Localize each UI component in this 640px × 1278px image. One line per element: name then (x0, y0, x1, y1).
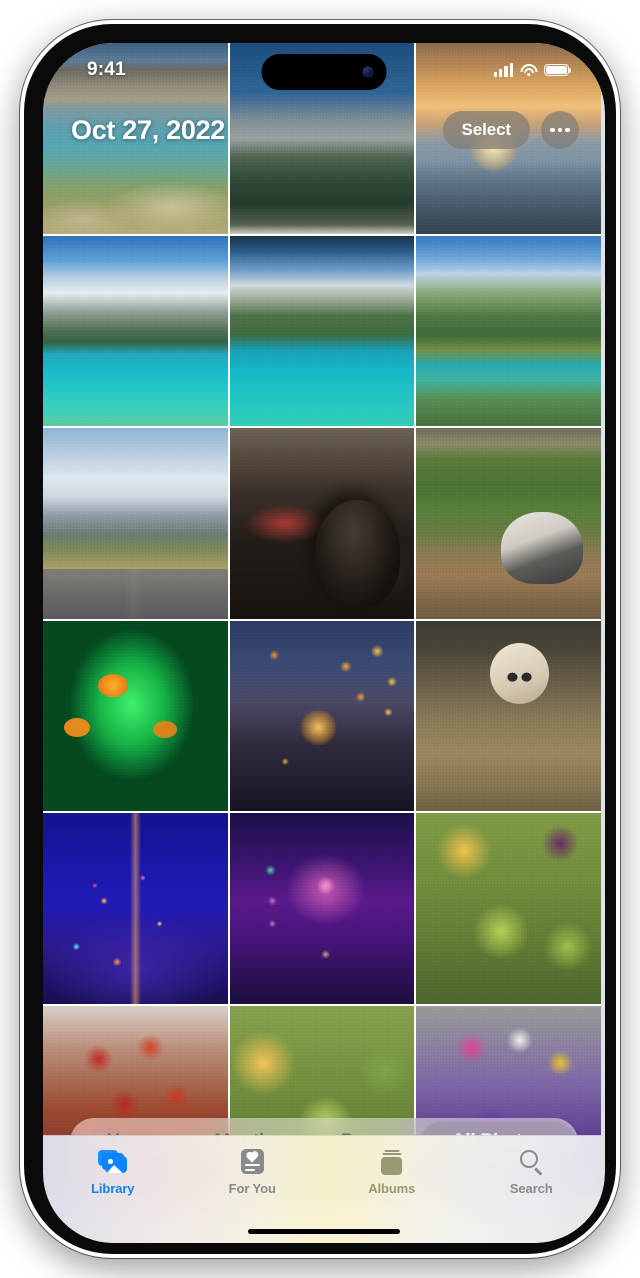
device-body: 9:41 Oct 27, 2022 Select Library For You… (24, 24, 616, 1254)
photo-art (416, 428, 601, 619)
ellipsis-icon (565, 127, 570, 133)
more-options-button[interactable] (541, 111, 579, 149)
photo-thumbnail[interactable] (229, 620, 415, 811)
select-button[interactable]: Select (442, 111, 530, 149)
photo-thumbnail[interactable] (43, 620, 228, 811)
magnifier-icon (519, 1147, 544, 1176)
photo-art (229, 813, 415, 1004)
tab-search-label: Search (509, 1181, 553, 1196)
photo-art (43, 620, 228, 811)
photo-thumbnail[interactable] (416, 813, 601, 1004)
heart-card-icon (240, 1147, 264, 1176)
photo-grid[interactable] (43, 43, 601, 1196)
photo-art (43, 428, 228, 619)
photo-thumbnail[interactable] (416, 235, 601, 426)
photo-art (43, 813, 228, 1004)
screen-bezel: 9:41 Oct 27, 2022 Select Library For You… (43, 43, 605, 1243)
photo-art (229, 235, 415, 426)
tab-albums[interactable]: Albums (322, 1147, 462, 1196)
tab-albums-label: Albums (368, 1181, 416, 1196)
tab-for-you[interactable]: For You (183, 1147, 323, 1196)
tab-library[interactable]: Library (43, 1147, 183, 1196)
tab-for-you-label: For You (228, 1181, 276, 1196)
dynamic-island (261, 54, 387, 90)
photo-art (229, 620, 415, 811)
photo-art (229, 428, 415, 619)
ellipsis-icon (550, 127, 555, 133)
photo-thumbnail[interactable] (43, 235, 228, 426)
photo-thumbnail[interactable] (416, 620, 601, 811)
photo-stack-icon (97, 1147, 128, 1176)
photo-art (416, 620, 601, 811)
tab-search[interactable]: Search (462, 1147, 602, 1196)
tab-bar: Library For You Albums Search (43, 1135, 601, 1243)
ellipsis-icon (557, 127, 563, 133)
photo-thumbnail[interactable] (416, 428, 601, 619)
iphone-device-frame: 9:41 Oct 27, 2022 Select Library For You… (20, 20, 620, 1258)
tab-library-label: Library (91, 1181, 135, 1196)
home-indicator[interactable] (248, 1228, 400, 1234)
albums-stack-icon (379, 1147, 404, 1176)
page-title: Oct 27, 2022 (71, 114, 226, 145)
photo-thumbnail[interactable] (229, 813, 415, 1004)
photo-thumbnail[interactable] (43, 428, 228, 619)
navigation-overlay: Oct 27, 2022 Select (43, 97, 601, 163)
photos-app-screen: 9:41 Oct 27, 2022 Select Library For You… (43, 43, 605, 1243)
nav-actions: Select (442, 111, 579, 149)
photo-thumbnail[interactable] (43, 813, 228, 1004)
front-camera-icon (362, 66, 374, 78)
photo-art (416, 813, 601, 1004)
photo-art (416, 235, 601, 426)
photo-thumbnail[interactable] (229, 428, 415, 619)
photo-art (43, 235, 228, 426)
photo-thumbnail[interactable] (229, 235, 415, 426)
